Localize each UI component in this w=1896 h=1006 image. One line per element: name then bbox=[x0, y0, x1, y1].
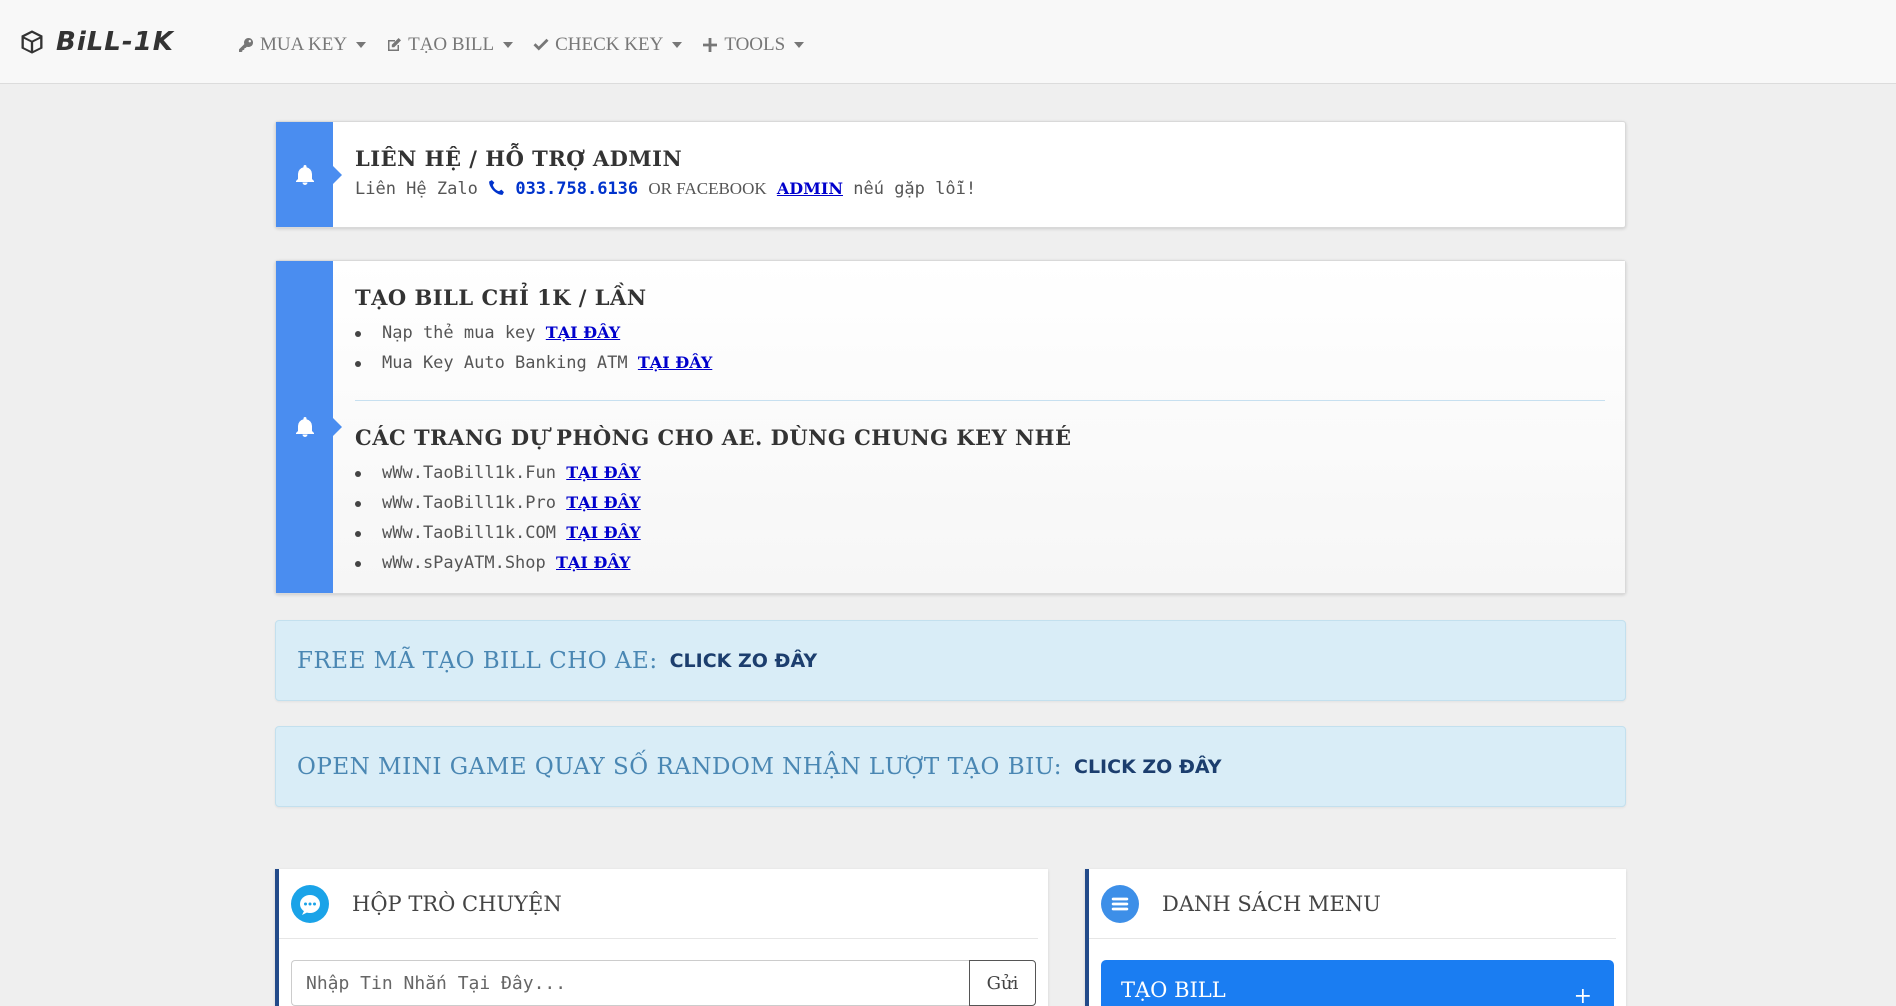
free-code-label: FREE MÃ TẠO BILL CHO AE: bbox=[297, 647, 658, 674]
chat-card-header: HỘP TRÒ CHUYỆN bbox=[279, 869, 1038, 939]
mini-game-link[interactable]: CLICK ZO ĐÂY bbox=[1074, 756, 1222, 778]
list-item: Mua Key Auto Banking ATM TẠI ĐÂY bbox=[355, 348, 1605, 378]
menu-card: DANH SÁCH MENU TẠO BILL + bbox=[1085, 869, 1626, 1006]
promo-list: Nạp thẻ mua key TẠI ĐÂY Mua Key Auto Ban… bbox=[355, 318, 1605, 378]
send-button[interactable]: Gửi bbox=[969, 960, 1036, 1006]
list-item-text: Nạp thẻ mua key bbox=[382, 323, 536, 343]
nav-tao-bill[interactable]: TẠO BILL bbox=[386, 34, 514, 56]
bell-icon bbox=[295, 417, 314, 437]
list-item: Nạp thẻ mua key TẠI ĐÂY bbox=[355, 318, 1605, 348]
brand-text: BiLL-1K bbox=[56, 27, 174, 57]
list-item: wWw.sPayATM.Shop TẠI ĐÂY bbox=[355, 548, 1605, 578]
promo-body: TẠO BILL CHỈ 1K / LẦN Nạp thẻ mua key TẠ… bbox=[333, 261, 1625, 593]
key-icon bbox=[239, 37, 254, 52]
list-item-text: wWw.TaoBill1k.Pro bbox=[382, 493, 556, 513]
cube-icon bbox=[21, 30, 43, 54]
chevron-down-icon bbox=[672, 42, 683, 48]
free-code-link[interactable]: CLICK ZO ĐÂY bbox=[670, 650, 818, 672]
nav-check-key-label: CHECK KEY bbox=[555, 34, 664, 55]
nav-tools[interactable]: TOOLS bbox=[702, 34, 805, 56]
notice-side bbox=[276, 261, 342, 593]
contact-body: LIÊN HỆ / HỖ TRỢ ADMIN Liên Hệ Zalo 033.… bbox=[333, 122, 1625, 227]
backup-title: CÁC TRANG DỰ PHÒNG CHO AE. DÙNG CHUNG KE… bbox=[355, 425, 1072, 450]
tai-day-link[interactable]: TẠI ĐÂY bbox=[556, 553, 630, 572]
tai-day-link[interactable]: TẠI ĐÂY bbox=[546, 323, 620, 342]
chat-card: HỘP TRÒ CHUYỆN Gửi bbox=[275, 869, 1048, 1006]
contact-title: LIÊN HỆ / HỖ TRỢ ADMIN bbox=[355, 146, 683, 171]
contact-middle: OR FACEBOOK bbox=[648, 179, 767, 198]
backup-list: wWw.TaoBill1k.Fun TẠI ĐÂY wWw.TaoBill1k.… bbox=[355, 458, 1605, 578]
list-menu-icon bbox=[1101, 884, 1139, 923]
menu-card-header: DANH SÁCH MENU bbox=[1089, 869, 1616, 939]
contact-notice: LIÊN HỆ / HỖ TRỢ ADMIN Liên Hệ Zalo 033.… bbox=[275, 121, 1626, 228]
nav-mua-key-label: MUA KEY bbox=[260, 34, 348, 55]
free-code-bar: FREE MÃ TẠO BILL CHO AE: CLICK ZO ĐÂY bbox=[275, 620, 1626, 701]
promo-title: TẠO BILL CHỈ 1K / LẦN bbox=[355, 285, 647, 310]
expand-icon[interactable]: + bbox=[1574, 984, 1592, 1006]
list-item-text: wWw.TaoBill1k.Fun bbox=[382, 463, 556, 483]
mini-game-bar: OPEN MINI GAME QUAY SỐ RANDOM NHẬN LƯỢT … bbox=[275, 726, 1626, 807]
brand-logo[interactable]: BiLL-1K bbox=[18, 27, 174, 57]
nav-check-key[interactable]: CHECK KEY bbox=[533, 34, 683, 56]
contact-prefix: Liên Hệ Zalo bbox=[355, 179, 478, 199]
list-item: wWw.TaoBill1k.COM TẠI ĐÂY bbox=[355, 518, 1605, 548]
plus-icon bbox=[703, 38, 718, 52]
nav-tools-label: TOOLS bbox=[724, 34, 786, 55]
divider bbox=[355, 400, 1605, 401]
chat-message-input[interactable] bbox=[291, 960, 969, 1006]
mini-game-label: OPEN MINI GAME QUAY SỐ RANDOM NHẬN LƯỢT … bbox=[297, 753, 1062, 780]
chevron-down-icon bbox=[794, 42, 805, 48]
menu-item-label: TẠO BILL bbox=[1121, 978, 1226, 1002]
list-item-text: Mua Key Auto Banking ATM bbox=[382, 353, 628, 373]
contact-phone[interactable]: 033.758.6136 bbox=[515, 179, 638, 199]
tai-day-link[interactable]: TẠI ĐÂY bbox=[566, 463, 640, 482]
edit-icon bbox=[388, 38, 402, 51]
nav-mua-key[interactable]: MUA KEY bbox=[238, 34, 367, 56]
check-icon bbox=[533, 38, 549, 51]
chat-bubble-icon bbox=[291, 884, 329, 923]
navbar: BiLL-1K MUA KEY TẠO BILL CHECK KEY TOOLS bbox=[0, 0, 1896, 84]
contact-line: Liên Hệ Zalo 033.758.6136 OR FACEBOOK AD… bbox=[355, 179, 1605, 199]
nav-tao-bill-label: TẠO BILL bbox=[408, 34, 495, 55]
tai-day-link[interactable]: TẠI ĐÂY bbox=[566, 493, 640, 512]
tai-day-link[interactable]: TẠI ĐÂY bbox=[566, 523, 640, 542]
list-item: wWw.TaoBill1k.Fun TẠI ĐÂY bbox=[355, 458, 1605, 488]
list-item-text: wWw.sPayATM.Shop bbox=[382, 553, 546, 573]
admin-link[interactable]: ADMIN bbox=[777, 179, 843, 198]
phone-icon bbox=[489, 180, 505, 195]
nav-menu: MUA KEY TẠO BILL CHECK KEY TOOLS bbox=[238, 34, 805, 56]
bell-icon bbox=[295, 164, 314, 185]
list-item: wWw.TaoBill1k.Pro TẠI ĐÂY bbox=[355, 488, 1605, 518]
notice-side bbox=[276, 122, 342, 227]
menu-item-tao-bill[interactable]: TẠO BILL + bbox=[1101, 960, 1614, 1006]
list-item-text: wWw.TaoBill1k.COM bbox=[382, 523, 556, 543]
chevron-down-icon bbox=[356, 42, 367, 48]
tai-day-link[interactable]: TẠI ĐÂY bbox=[638, 353, 712, 372]
promo-notice: TẠO BILL CHỈ 1K / LẦN Nạp thẻ mua key TẠ… bbox=[275, 260, 1626, 594]
chat-title: HỘP TRÒ CHUYỆN bbox=[352, 891, 562, 916]
contact-suffix: nếu gặp lỗi! bbox=[853, 179, 977, 199]
menu-title: DANH SÁCH MENU bbox=[1162, 891, 1381, 916]
chat-input-row: Gửi bbox=[291, 960, 1036, 1006]
chevron-down-icon bbox=[503, 42, 514, 48]
